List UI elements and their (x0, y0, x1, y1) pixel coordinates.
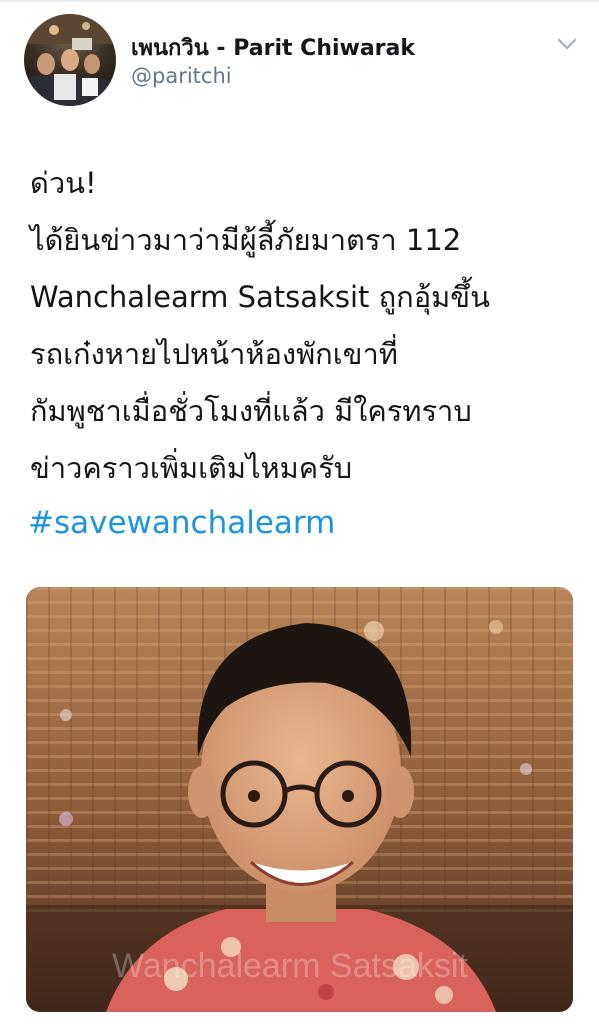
user-handle[interactable]: @paritchi (131, 64, 232, 88)
hashtag-link[interactable]: #savewanchalearm (28, 505, 335, 541)
avatar-image (24, 14, 116, 106)
tweet-card: เพนกวิน - Parit Chiwarak @paritchi ด่วน!… (0, 0, 599, 1024)
tweet-text-line: รถเก๋งหายไปหน้าห้องพักเขาที่ (30, 337, 398, 371)
tweet-text-line: ด่วน! (30, 166, 97, 200)
photo-watermark: Wanchalearm Satsaksit (112, 947, 468, 985)
display-name[interactable]: เพนกวิน - Parit Chiwarak (131, 30, 415, 65)
tweet-text: ด่วน! ได้ยินข่าวมาว่ามีผู้ลี้ภัยมาตรา 11… (30, 155, 590, 497)
tweet-text-line: Wanchalearm Satsaksit ถูกอุ้มขึ้น (30, 280, 490, 314)
tweet-photo[interactable]: Wanchalearm Satsaksit (26, 587, 573, 1012)
chevron-down-icon[interactable] (555, 34, 579, 54)
tweet-text-line: ได้ยินข่าวมาว่ามีผู้ลี้ภัยมาตรา 112 (30, 223, 462, 257)
tweet-text-line: กัมพูชาเมื่อชั่วโมงที่แล้ว มีใครทราบ (30, 394, 472, 428)
avatar[interactable] (24, 14, 116, 106)
divider (0, 0, 599, 2)
tweet-text-line: ข่าวคราวเพิ่มเติมไหมครับ (30, 451, 353, 485)
